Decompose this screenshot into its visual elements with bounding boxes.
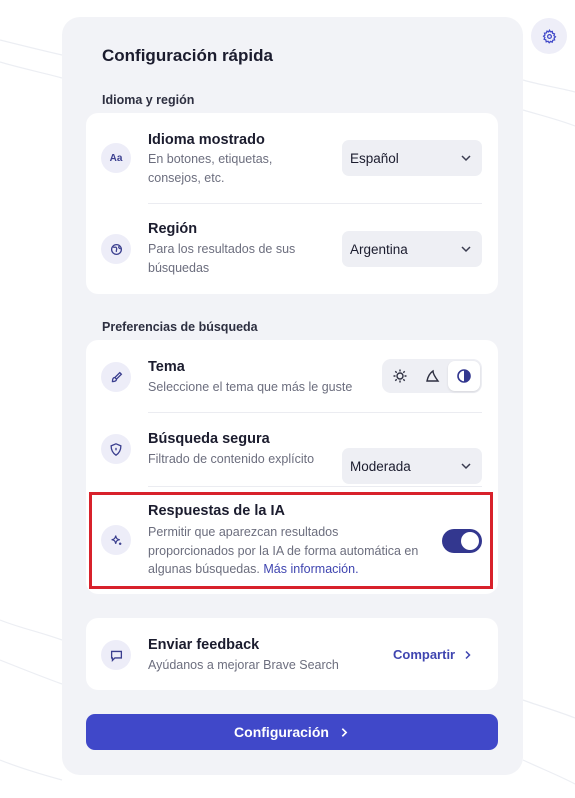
settings-main-button[interactable]: Configuración (86, 714, 498, 750)
safe-search-row: Búsqueda segura Filtrado de contenido ex… (86, 413, 498, 486)
system-theme-option[interactable] (448, 361, 480, 391)
chevron-down-icon (461, 246, 471, 253)
chat-bubble-icon (101, 640, 131, 670)
safe-search-title: Búsqueda segura (148, 431, 270, 447)
gear-icon (542, 28, 556, 44)
ai-answers-desc-text: algunas búsquedas. (148, 562, 260, 576)
settings-main-button-label: Configuración (234, 724, 329, 740)
globe-icon (101, 234, 131, 264)
brush-icon (101, 362, 131, 392)
language-title: Idioma mostrado (148, 132, 265, 148)
region-desc-line1: Para los resultados de sus (148, 242, 296, 256)
toggle-knob (461, 532, 479, 550)
dark-theme-option[interactable] (416, 361, 448, 391)
region-select-value: Argentina (350, 241, 408, 257)
panel-title: Configuración rápida (102, 46, 273, 65)
theme-selector (382, 359, 482, 393)
moon-icon (426, 369, 440, 382)
theme-row: Tema Seleccione el tema que más le guste (86, 340, 498, 412)
language-region-card: Aa Idioma mostrado En botones, etiquetas… (86, 113, 498, 294)
ai-answers-title: Respuestas de la IA (148, 503, 285, 519)
theme-title: Tema (148, 359, 185, 375)
language-select-value: Español (350, 150, 399, 166)
language-desc-line1: En botones, etiquetas, (148, 152, 273, 166)
language-select[interactable]: Español (342, 140, 482, 176)
feedback-card: Enviar feedback Ayúdanos a mejorar Brave… (86, 618, 498, 690)
chevron-right-icon (465, 650, 471, 659)
safe-search-select-value: Moderada (350, 458, 411, 474)
ai-answers-row: Respuestas de la IA Permitir que aparezc… (86, 487, 498, 594)
share-link[interactable]: Compartir (393, 647, 473, 662)
region-row: Región Para los resultados de sus búsque… (86, 204, 498, 294)
ai-answers-desc-line3: algunas búsquedas. Más información. (148, 560, 359, 579)
chevron-down-icon (461, 463, 471, 470)
chevron-right-icon (341, 727, 348, 737)
section-label-search: Preferencias de búsqueda (102, 320, 258, 334)
more-info-link[interactable]: Más información. (263, 562, 358, 576)
ai-answers-desc-line1: Permitir que aparezcan resultados (148, 525, 339, 539)
language-desc-line2: consejos, etc. (148, 171, 225, 185)
sun-icon (393, 369, 407, 383)
ai-answers-toggle[interactable] (442, 529, 482, 553)
region-title: Región (148, 221, 198, 237)
safe-search-desc: Filtrado de contenido explícito (148, 452, 315, 466)
settings-button[interactable] (531, 18, 567, 54)
theme-desc: Seleccione el tema que más le guste (148, 380, 353, 394)
share-label: Compartir (393, 647, 456, 662)
region-desc-line2: búsquedas (148, 261, 210, 275)
chevron-down-icon (461, 155, 471, 162)
safe-search-select[interactable]: Moderada (342, 448, 482, 484)
light-theme-option[interactable] (384, 361, 416, 391)
shield-icon (101, 434, 131, 464)
region-select[interactable]: Argentina (342, 231, 482, 267)
feedback-title: Enviar feedback (148, 637, 260, 653)
feedback-desc: Ayúdanos a mejorar Brave Search (148, 658, 339, 672)
translate-icon: Aa (101, 143, 131, 173)
quick-settings-panel: Configuración rápida Idioma y región Aa … (62, 17, 523, 775)
sparkle-icon (101, 525, 131, 555)
search-preferences-card: Tema Seleccione el tema que más le guste… (86, 340, 498, 594)
language-row: Aa Idioma mostrado En botones, etiquetas… (86, 113, 498, 203)
ai-answers-desc-line2: proporcionados por la IA de forma automá… (148, 544, 419, 558)
contrast-icon (457, 369, 471, 383)
section-label-language: Idioma y región (102, 93, 195, 107)
